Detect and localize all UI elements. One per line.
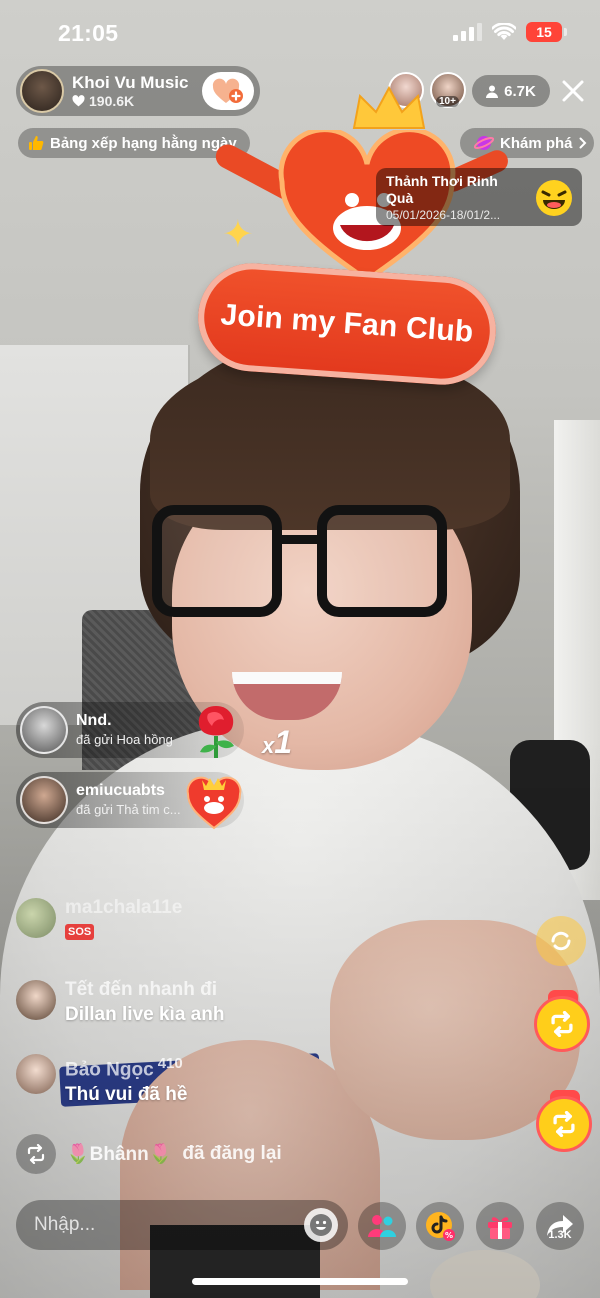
chat-message[interactable]: ma1chala11e SOS bbox=[16, 896, 182, 940]
cellular-signal-icon bbox=[453, 23, 482, 41]
repost-button[interactable] bbox=[536, 1096, 592, 1152]
join-fan-club-label: Join my Fan Club bbox=[219, 298, 475, 349]
wifi-icon bbox=[492, 23, 516, 40]
laughing-emoji-icon bbox=[536, 180, 572, 216]
chat-text: Thú vui đã hề bbox=[65, 1084, 188, 1106]
host-likes-count: 190.6K bbox=[89, 93, 135, 109]
chat-username[interactable]: ma1chala11e bbox=[65, 896, 182, 920]
gift-sender-avatar[interactable] bbox=[20, 706, 68, 754]
gift-button[interactable] bbox=[476, 1202, 524, 1250]
chat-message[interactable]: Tết đến nhanh đi Dillan live kìa anh bbox=[16, 978, 224, 1028]
fan-club-follow-button[interactable] bbox=[202, 72, 254, 110]
gift-sender-name: Nnd. bbox=[76, 712, 112, 729]
status-time: 21:05 bbox=[58, 20, 119, 46]
emoji-button[interactable] bbox=[304, 1208, 338, 1242]
user-level-badge: 410 bbox=[157, 1055, 183, 1072]
daily-ranking-label: Bảng xếp hạng hằng ngày bbox=[50, 134, 237, 152]
tiktok-coupon-icon: % bbox=[426, 1212, 455, 1241]
smiley-icon bbox=[310, 1214, 332, 1236]
share-button[interactable] bbox=[536, 1202, 584, 1250]
promo-title: Thảnh Thơi Rinh Quà bbox=[386, 173, 498, 206]
repost-action: đã đăng lại bbox=[182, 1143, 282, 1164]
repost-icon bbox=[27, 1144, 45, 1164]
chat-avatar[interactable] bbox=[16, 898, 56, 938]
comment-input[interactable]: Nhập... bbox=[16, 1200, 348, 1250]
close-icon bbox=[562, 80, 584, 102]
repost-badge bbox=[16, 1134, 56, 1174]
chat-username[interactable]: Tết đến nhanh đi bbox=[65, 978, 224, 1002]
sos-emoji: SOS bbox=[65, 924, 95, 940]
gift-box-icon bbox=[488, 1217, 512, 1239]
chat-avatar[interactable] bbox=[16, 980, 56, 1020]
person-icon bbox=[486, 85, 499, 98]
multi-guest-button[interactable] bbox=[358, 1202, 406, 1250]
rose-icon bbox=[198, 706, 234, 758]
promo-dates: 05/01/2026-18/01/2... bbox=[386, 208, 501, 222]
repost-icon bbox=[553, 1111, 575, 1137]
chat-text: Dillan live kìa anh bbox=[65, 1004, 225, 1025]
home-indicator[interactable] bbox=[192, 1278, 408, 1285]
repost-user: 🌷Bhânn🌷 bbox=[66, 1144, 173, 1165]
gift-action: đã gửi Thả tim c... bbox=[76, 802, 181, 817]
viewer-count: 6.7K bbox=[504, 82, 536, 100]
chat-avatar[interactable] bbox=[16, 1054, 56, 1094]
host-avatar[interactable] bbox=[20, 69, 64, 113]
host-card[interactable]: Khoi Vu Music 190.6K bbox=[16, 66, 260, 116]
gift-sender-name: emiucuabts bbox=[76, 782, 165, 799]
host-likes-row: 190.6K bbox=[72, 93, 202, 109]
floating-effect-button[interactable] bbox=[536, 916, 586, 966]
join-fan-club-banner[interactable]: Join my Fan Club bbox=[194, 259, 500, 389]
chat-username-row[interactable]: Bảo Ngọc 410 bbox=[65, 1052, 187, 1082]
event-promo-card[interactable]: Thảnh Thơi Rinh Quà 05/01/2026-18/01/2..… bbox=[376, 168, 582, 226]
thumbs-up-icon bbox=[29, 136, 44, 150]
heart-icon bbox=[72, 95, 85, 107]
heart-gift-icon bbox=[186, 776, 242, 830]
explore-button[interactable]: Khám phá bbox=[460, 128, 594, 158]
repost-notification: 🌷Bhânn🌷 đã đăng lại bbox=[16, 1134, 282, 1174]
repost-button[interactable] bbox=[534, 996, 590, 1052]
tiktok-shop-button[interactable]: % bbox=[416, 1202, 464, 1250]
viewer-count-button[interactable]: 6.7K bbox=[472, 75, 550, 107]
close-button[interactable] bbox=[556, 74, 590, 108]
status-icons: 15 bbox=[453, 22, 567, 42]
sparkle-icon: ✦ bbox=[222, 214, 254, 256]
explore-label: Khám phá bbox=[500, 134, 573, 152]
gift-combo-count: x1 bbox=[262, 724, 293, 760]
crown-icon bbox=[352, 85, 426, 129]
comment-placeholder: Nhập... bbox=[34, 1214, 96, 1235]
battery-indicator: 15 bbox=[526, 22, 567, 42]
share-count: 1.3K bbox=[548, 1229, 572, 1241]
repost-icon bbox=[551, 1011, 573, 1037]
streamer-glasses bbox=[152, 505, 462, 625]
chat-username: Bảo Ngọc bbox=[65, 1059, 154, 1081]
host-name: Khoi Vu Music bbox=[72, 73, 189, 92]
planet-icon bbox=[474, 136, 494, 150]
gift-sender-avatar[interactable] bbox=[20, 776, 68, 824]
sync-icon bbox=[551, 931, 571, 951]
chat-message[interactable]: Bảo Ngọc 410 Thú vui đã hề bbox=[16, 1052, 187, 1108]
viewer-rank-badge: 10+ bbox=[436, 96, 459, 107]
guests-icon bbox=[368, 1215, 396, 1237]
svg-text:%: % bbox=[445, 1231, 453, 1240]
chevron-right-icon bbox=[579, 137, 586, 149]
gift-action: đã gửi Hoa hồng bbox=[76, 732, 173, 747]
heart-plus-icon bbox=[212, 78, 243, 103]
